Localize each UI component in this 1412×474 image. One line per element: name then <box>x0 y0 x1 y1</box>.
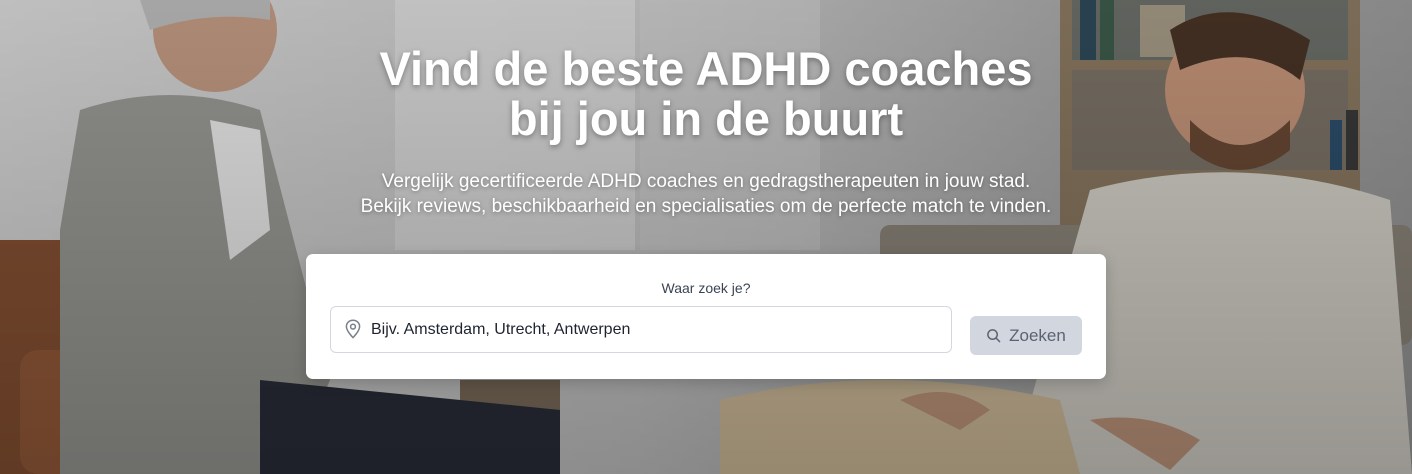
hero-headline-line-2: bij jou in de buurt <box>508 92 904 145</box>
search-icon <box>987 329 1001 343</box>
search-label: Waar zoek je? <box>661 280 751 296</box>
map-pin-icon <box>345 319 361 339</box>
search-button[interactable]: Zoeken <box>970 316 1082 355</box>
location-search-field[interactable] <box>330 306 952 353</box>
hero-headline: Vind de beste ADHD coaches bij jou in de… <box>0 44 1412 144</box>
hero-subtitle: Vergelijk gecertificeerde ADHD coaches e… <box>0 169 1412 219</box>
search-card: Waar zoek je? Zoeken <box>306 254 1106 379</box>
hero-subtitle-line-1: Vergelijk gecertificeerde ADHD coaches e… <box>381 171 1031 192</box>
hero-subtitle-line-2: Bekijk reviews, beschikbaarheid en speci… <box>360 196 1052 217</box>
hero-section: Vind de beste ADHD coaches bij jou in de… <box>0 0 1412 474</box>
search-button-label: Zoeken <box>1009 325 1066 345</box>
location-search-input[interactable] <box>371 307 941 352</box>
hero-headline-line-1: Vind de beste ADHD coaches <box>379 42 1033 95</box>
